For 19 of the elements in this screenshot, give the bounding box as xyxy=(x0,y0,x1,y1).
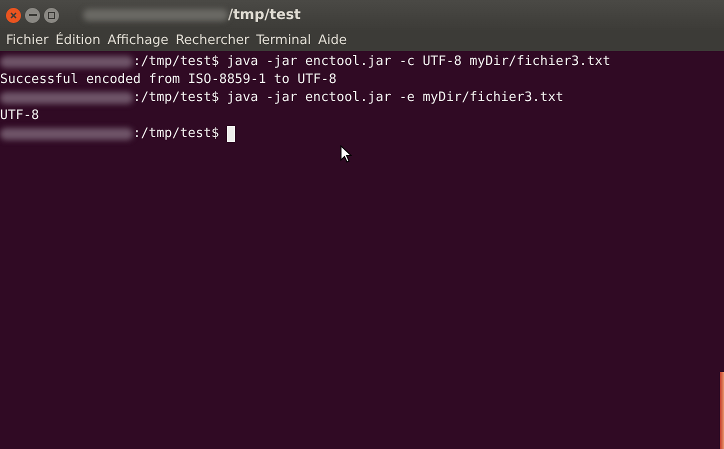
menu-item[interactable]: Rechercher xyxy=(176,33,250,48)
menu-item[interactable]: Terminal xyxy=(256,33,312,48)
output-text: UTF-8 xyxy=(0,107,40,125)
mouse-pointer-icon xyxy=(340,145,352,163)
menu-item[interactable]: Affichage xyxy=(107,33,169,48)
close-icon xyxy=(10,12,17,18)
minimize-button[interactable] xyxy=(25,8,40,22)
prompt-text: :/tmp/test$ java -jar enctool.jar -e myDir/fichier3.txt xyxy=(133,89,564,107)
prompt-text: :/tmp/test$ java -jar enctool.jar -c UTF-8 myDir/fichier3.txt xyxy=(133,53,610,71)
output-text: Successful encoded from ISO-8859-1 to UTF-8 xyxy=(0,71,337,89)
menu-item[interactable]: Édition xyxy=(56,33,100,48)
close-button[interactable] xyxy=(6,8,21,22)
minimize-icon xyxy=(28,14,36,16)
window-title: /tmp/test xyxy=(228,7,301,23)
menu-item[interactable]: Aide xyxy=(318,33,347,48)
menu-item[interactable]: Fichier xyxy=(6,33,48,48)
maximize-button[interactable] xyxy=(44,8,59,22)
maximize-icon xyxy=(48,12,55,18)
prompt-text: :/tmp/test$ xyxy=(133,125,220,143)
